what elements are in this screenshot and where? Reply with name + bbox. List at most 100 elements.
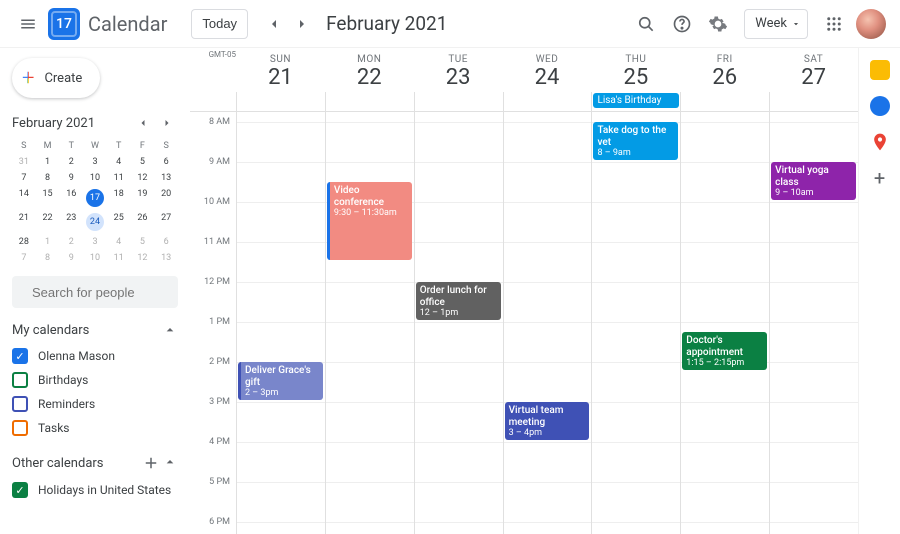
allday-event[interactable]: Lisa's Birthday <box>593 93 679 108</box>
help-icon[interactable] <box>664 6 700 42</box>
mini-day[interactable]: 16 <box>59 186 83 210</box>
mini-day[interactable]: 5 <box>131 154 155 170</box>
mini-day[interactable]: 21 <box>12 210 36 234</box>
search-people-field[interactable] <box>12 276 178 308</box>
view-selector[interactable]: Week <box>744 9 808 39</box>
mini-day[interactable]: 12 <box>131 170 155 186</box>
mini-day[interactable]: 22 <box>36 210 60 234</box>
day-header[interactable]: FRI26 <box>680 48 769 92</box>
day-header[interactable]: SAT27 <box>769 48 858 92</box>
mini-day[interactable]: 27 <box>154 210 178 234</box>
maps-icon[interactable] <box>870 132 890 152</box>
google-apps-icon[interactable] <box>816 6 852 42</box>
main-menu-icon[interactable] <box>8 4 48 44</box>
search-people-input[interactable] <box>32 285 190 300</box>
mini-day[interactable]: 4 <box>107 154 131 170</box>
calendar-checkbox[interactable] <box>12 372 28 388</box>
day-column[interactable]: Virtual yoga class9 – 10am <box>769 112 858 534</box>
mini-day[interactable]: 3 <box>83 234 107 250</box>
mini-day[interactable]: 14 <box>12 186 36 210</box>
today-button[interactable]: Today <box>191 9 248 39</box>
day-column[interactable]: Virtual team meeting3 – 4pm <box>503 112 592 534</box>
mini-day[interactable]: 28 <box>12 234 36 250</box>
calendar-checkbox[interactable]: ✓ <box>12 348 28 364</box>
mini-day[interactable]: 20 <box>154 186 178 210</box>
settings-icon[interactable] <box>700 6 736 42</box>
mini-day[interactable]: 11 <box>107 250 131 266</box>
calendar-item[interactable]: ✓Olenna Mason <box>12 344 178 368</box>
allday-cell[interactable] <box>769 92 858 111</box>
add-addon-icon[interactable]: + <box>870 168 890 188</box>
mini-day[interactable]: 8 <box>36 170 60 186</box>
calendar-item[interactable]: ✓Holidays in United States <box>12 478 178 502</box>
day-column[interactable]: Doctor's appointment1:15 – 2:15pm <box>680 112 769 534</box>
mini-day[interactable]: 3 <box>83 154 107 170</box>
day-header[interactable]: MON22 <box>325 48 414 92</box>
mini-day[interactable]: 4 <box>107 234 131 250</box>
mini-prev-month[interactable] <box>132 112 154 134</box>
mini-day[interactable]: 1 <box>36 154 60 170</box>
calendar-checkbox[interactable]: ✓ <box>12 482 28 498</box>
day-column[interactable]: Deliver Grace's gift2 – 3pm <box>236 112 325 534</box>
mini-day[interactable]: 6 <box>154 154 178 170</box>
mini-day[interactable]: 11 <box>107 170 131 186</box>
mini-day[interactable]: 15 <box>36 186 60 210</box>
mini-day[interactable]: 6 <box>154 234 178 250</box>
mini-day[interactable]: 23 <box>59 210 83 234</box>
prev-week-button[interactable] <box>260 10 288 38</box>
calendar-event[interactable]: Deliver Grace's gift2 – 3pm <box>238 362 323 400</box>
mini-day[interactable]: 8 <box>36 250 60 266</box>
day-header[interactable]: THU25 <box>591 48 680 92</box>
mini-day[interactable]: 1 <box>36 234 60 250</box>
mini-day[interactable]: 13 <box>154 250 178 266</box>
account-avatar[interactable] <box>856 9 886 39</box>
other-calendars-header[interactable]: Other calendars <box>12 454 178 472</box>
calendar-checkbox[interactable] <box>12 396 28 412</box>
allday-cell[interactable] <box>414 92 503 111</box>
calendar-item[interactable]: Tasks <box>12 416 178 440</box>
mini-next-month[interactable] <box>156 112 178 134</box>
mini-day[interactable]: 25 <box>107 210 131 234</box>
day-column[interactable]: Order lunch for office12 – 1pm <box>414 112 503 534</box>
mini-day[interactable]: 24 <box>83 210 107 234</box>
calendar-checkbox[interactable] <box>12 420 28 436</box>
mini-day[interactable]: 12 <box>131 250 155 266</box>
tasks-icon[interactable] <box>870 96 890 116</box>
mini-day[interactable]: 5 <box>131 234 155 250</box>
mini-day[interactable]: 7 <box>12 170 36 186</box>
mini-day[interactable]: 18 <box>107 186 131 210</box>
calendar-item[interactable]: Birthdays <box>12 368 178 392</box>
search-icon[interactable] <box>628 6 664 42</box>
keep-icon[interactable] <box>870 60 890 80</box>
mini-day[interactable]: 9 <box>59 170 83 186</box>
mini-day[interactable]: 7 <box>12 250 36 266</box>
allday-cell[interactable] <box>680 92 769 111</box>
mini-day[interactable]: 26 <box>131 210 155 234</box>
calendar-event[interactable]: Order lunch for office12 – 1pm <box>416 282 501 320</box>
day-column[interactable]: Take dog to the vet8 – 9am <box>591 112 680 534</box>
mini-day[interactable]: 31 <box>12 154 36 170</box>
add-calendar-icon[interactable] <box>142 454 160 472</box>
mini-day[interactable]: 2 <box>59 154 83 170</box>
allday-cell[interactable]: Lisa's Birthday <box>591 92 680 111</box>
calendar-event[interactable]: Virtual team meeting3 – 4pm <box>505 402 590 440</box>
calendar-item[interactable]: Reminders <box>12 392 178 416</box>
next-week-button[interactable] <box>288 10 316 38</box>
allday-cell[interactable] <box>503 92 592 111</box>
my-calendars-header[interactable]: My calendars <box>12 322 178 338</box>
calendar-event[interactable]: Take dog to the vet8 – 9am <box>593 122 678 160</box>
mini-day[interactable]: 17 <box>83 186 107 210</box>
allday-cell[interactable] <box>325 92 414 111</box>
chevron-up-icon[interactable] <box>162 454 178 470</box>
mini-day[interactable]: 19 <box>131 186 155 210</box>
calendar-event[interactable]: Video conference9:30 – 11:30am <box>327 182 412 260</box>
day-header[interactable]: WED24 <box>503 48 592 92</box>
mini-day[interactable]: 13 <box>154 170 178 186</box>
create-button[interactable]: + Create <box>12 58 100 98</box>
mini-day[interactable]: 9 <box>59 250 83 266</box>
mini-day[interactable]: 10 <box>83 250 107 266</box>
mini-day[interactable]: 10 <box>83 170 107 186</box>
calendar-event[interactable]: Doctor's appointment1:15 – 2:15pm <box>682 332 767 370</box>
mini-day[interactable]: 2 <box>59 234 83 250</box>
calendar-event[interactable]: Virtual yoga class9 – 10am <box>771 162 856 200</box>
